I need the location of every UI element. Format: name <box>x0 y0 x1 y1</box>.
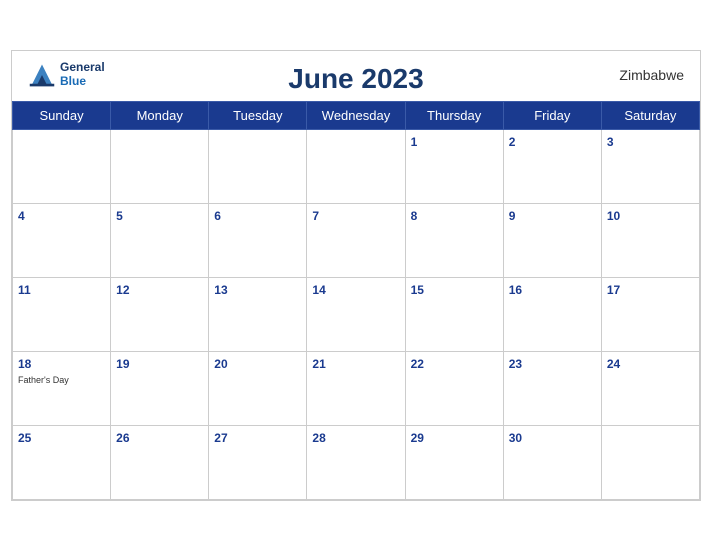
calendar-cell: 7 <box>307 203 405 277</box>
date-number: 20 <box>214 357 227 371</box>
calendar-cell: 6 <box>209 203 307 277</box>
week-row-3: 11 12 13 14 15 16 17 <box>13 277 700 351</box>
date-number: 25 <box>18 431 31 445</box>
date-number: 23 <box>509 357 522 371</box>
date-number: 16 <box>509 283 522 297</box>
calendar-cell: 27 <box>209 425 307 499</box>
date-number: 10 <box>607 209 620 223</box>
header-sunday: Sunday <box>13 101 111 129</box>
calendar-cell: 9 <box>503 203 601 277</box>
calendar-cell: 5 <box>111 203 209 277</box>
logo-general: General <box>60 61 105 74</box>
logo-blue: Blue <box>60 75 105 88</box>
calendar-cell: 11 <box>13 277 111 351</box>
calendar-cell: 17 <box>601 277 699 351</box>
logo-icon <box>28 61 56 89</box>
calendar-cell: 23 <box>503 351 601 425</box>
calendar-cell: 2 <box>503 129 601 203</box>
date-number: 3 <box>607 135 614 149</box>
calendar-cell: 10 <box>601 203 699 277</box>
calendar-title: June 2023 <box>288 63 423 95</box>
calendar-cell: 18 Father's Day <box>13 351 111 425</box>
header-tuesday: Tuesday <box>209 101 307 129</box>
date-number: 27 <box>214 431 227 445</box>
date-number: 28 <box>312 431 325 445</box>
date-number: 1 <box>411 135 418 149</box>
calendar-cell: 15 <box>405 277 503 351</box>
calendar-header: General Blue June 2023 Zimbabwe <box>12 51 700 101</box>
date-number: 29 <box>411 431 424 445</box>
calendar-cell: 26 <box>111 425 209 499</box>
week-row-5: 25 26 27 28 29 30 <box>13 425 700 499</box>
header-thursday: Thursday <box>405 101 503 129</box>
calendar-cell <box>13 129 111 203</box>
calendar-cell: 12 <box>111 277 209 351</box>
calendar-cell: 3 <box>601 129 699 203</box>
weekday-header-row: Sunday Monday Tuesday Wednesday Thursday… <box>13 101 700 129</box>
calendar-cell: 22 <box>405 351 503 425</box>
calendar-container: General Blue June 2023 Zimbabwe Sunday M… <box>11 50 701 501</box>
date-number: 11 <box>18 283 31 297</box>
date-number: 9 <box>509 209 516 223</box>
date-number: 6 <box>214 209 221 223</box>
calendar-cell: 30 <box>503 425 601 499</box>
calendar-cell: 1 <box>405 129 503 203</box>
date-number: 26 <box>116 431 129 445</box>
date-number: 13 <box>214 283 227 297</box>
week-row-2: 4 5 6 7 8 9 10 <box>13 203 700 277</box>
calendar-cell: 14 <box>307 277 405 351</box>
calendar-cell <box>307 129 405 203</box>
calendar-cell: 24 <box>601 351 699 425</box>
date-number: 15 <box>411 283 424 297</box>
calendar-cell: 25 <box>13 425 111 499</box>
calendar-cell <box>111 129 209 203</box>
header-friday: Friday <box>503 101 601 129</box>
date-number: 5 <box>116 209 123 223</box>
calendar-cell: 8 <box>405 203 503 277</box>
date-number: 8 <box>411 209 418 223</box>
header-wednesday: Wednesday <box>307 101 405 129</box>
date-number: 2 <box>509 135 516 149</box>
date-number: 22 <box>411 357 424 371</box>
date-number: 14 <box>312 283 325 297</box>
date-number: 12 <box>116 283 129 297</box>
week-row-1: 1 2 3 <box>13 129 700 203</box>
calendar-cell: 21 <box>307 351 405 425</box>
calendar-cell: 20 <box>209 351 307 425</box>
calendar-cell: 29 <box>405 425 503 499</box>
calendar-cell: 4 <box>13 203 111 277</box>
calendar-table: Sunday Monday Tuesday Wednesday Thursday… <box>12 101 700 500</box>
date-number: 30 <box>509 431 522 445</box>
calendar-cell: 16 <box>503 277 601 351</box>
event-label: Father's Day <box>18 375 105 386</box>
logo: General Blue <box>28 61 105 89</box>
date-number: 7 <box>312 209 319 223</box>
date-number: 17 <box>607 283 620 297</box>
date-number: 21 <box>312 357 325 371</box>
calendar-cell: 13 <box>209 277 307 351</box>
calendar-cell <box>209 129 307 203</box>
date-number: 4 <box>18 209 25 223</box>
country-name: Zimbabwe <box>619 67 684 83</box>
calendar-cell: 19 <box>111 351 209 425</box>
date-number: 18 <box>18 357 31 371</box>
date-number: 19 <box>116 357 129 371</box>
date-number: 24 <box>607 357 620 371</box>
week-row-4: 18 Father's Day 19 20 21 22 23 24 <box>13 351 700 425</box>
calendar-cell <box>601 425 699 499</box>
header-monday: Monday <box>111 101 209 129</box>
calendar-cell: 28 <box>307 425 405 499</box>
header-saturday: Saturday <box>601 101 699 129</box>
